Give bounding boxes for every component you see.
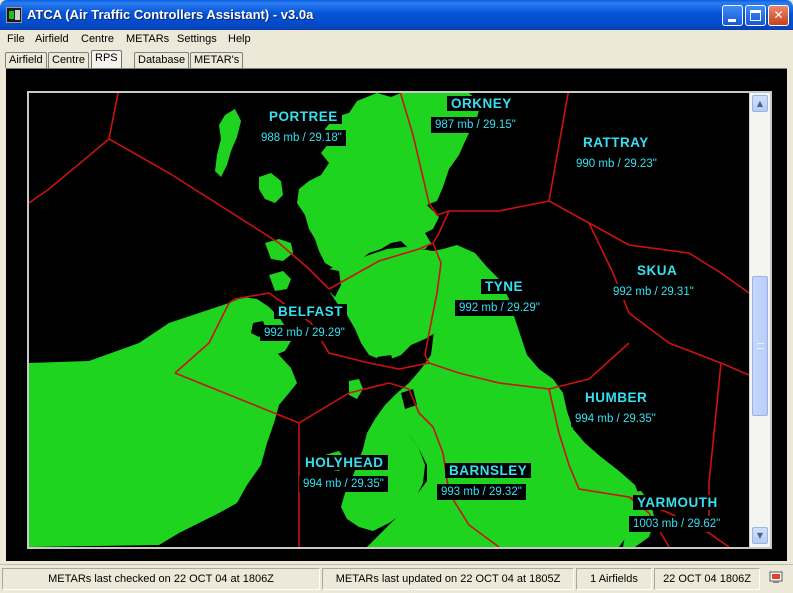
status-metars-updated: METARs last updated on 22 OCT 04 at 1805… [322, 568, 574, 590]
title-bar[interactable]: ATCA (Air Traffic Controllers Assistant)… [0, 0, 793, 30]
maximize-button[interactable] [745, 5, 766, 26]
status-metars-checked: METARs last checked on 22 OCT 04 at 1806… [2, 568, 320, 590]
region-portree-name[interactable]: PORTREE [265, 109, 342, 124]
skye-land [259, 173, 283, 203]
rattray-boundary [548, 200, 749, 294]
rps-map-panel[interactable]: PORTREE 988 mb / 29.18" ORKNEY 987 mb / … [27, 91, 772, 549]
window-title: ATCA (Air Traffic Controllers Assistant)… [27, 7, 314, 22]
region-belfast-name[interactable]: BELFAST [274, 304, 348, 319]
menu-centre[interactable]: Centre [81, 33, 114, 45]
isle-of-man-land [349, 379, 363, 399]
status-bar: METARs last checked on 22 OCT 04 at 1806… [0, 564, 793, 593]
tab-rps[interactable]: RPS [91, 50, 122, 68]
close-icon: ✕ [773, 8, 784, 22]
region-holyhead-name[interactable]: HOLYHEAD [301, 455, 388, 470]
tray-monitor-icon[interactable] [769, 571, 785, 585]
region-tyne-name[interactable]: TYNE [481, 279, 528, 294]
scroll-down-button[interactable]: ▼ [752, 527, 768, 544]
chevron-down-icon: ▼ [756, 531, 764, 540]
menu-airfield[interactable]: Airfield [35, 33, 69, 45]
region-orkney-pressure: 987 mb / 29.15" [431, 117, 520, 133]
region-yarmouth-pressure: 1003 mb / 29.62" [629, 516, 725, 532]
region-tyne-pressure: 992 mb / 29.29" [455, 300, 544, 316]
vertical-scrollbar[interactable]: ▲ ▼ [749, 93, 770, 547]
app-icon[interactable] [6, 7, 22, 23]
region-skua-pressure: 992 mb / 29.31" [609, 284, 698, 300]
tab-database[interactable]: Database [134, 52, 190, 68]
region-barnsley-pressure: 993 mb / 29.32" [437, 484, 526, 500]
region-skua-name[interactable]: SKUA [633, 263, 682, 278]
region-holyhead-pressure: 994 mb / 29.35" [299, 476, 388, 492]
region-belfast-pressure: 992 mb / 29.29" [260, 325, 349, 341]
region-humber-pressure: 994 mb / 29.35" [571, 411, 660, 427]
region-portree-pressure: 988 mb / 29.18" [257, 130, 346, 146]
hebrides-land [215, 109, 241, 177]
tab-bar: Airfield Centre RPS Database METAR's [0, 49, 793, 69]
region-rattray-pressure: 990 mb / 29.23" [572, 156, 661, 172]
maximize-icon [750, 10, 761, 21]
close-button[interactable]: ✕ [768, 5, 789, 26]
tab-airfield[interactable]: Airfield [5, 52, 47, 68]
minimize-icon [728, 19, 736, 22]
region-humber-name[interactable]: HUMBER [581, 390, 652, 405]
status-airfield-count: 1 Airfields [576, 568, 652, 590]
status-datetime: 22 OCT 04 1806Z [654, 568, 760, 590]
menu-file[interactable]: File [7, 33, 25, 45]
region-barnsley-name[interactable]: BARNSLEY [445, 463, 532, 478]
islay-land [269, 271, 291, 291]
menu-bar: File Airfield Centre METARs Settings Hel… [0, 30, 793, 49]
region-rattray-name[interactable]: RATTRAY [579, 135, 653, 150]
chevron-up-icon: ▲ [756, 99, 764, 108]
region-yarmouth-name[interactable]: YARMOUTH [633, 495, 722, 510]
menu-metars[interactable]: METARs [126, 33, 169, 45]
grip-icon [757, 343, 764, 349]
north-boundary [29, 138, 110, 204]
app-window: ATCA (Air Traffic Controllers Assistant)… [0, 0, 793, 593]
tab-metars[interactable]: METAR's [190, 52, 244, 68]
region-orkney-name[interactable]: ORKNEY [447, 96, 516, 111]
tab-centre[interactable]: Centre [48, 52, 90, 68]
scroll-thumb[interactable] [752, 276, 768, 416]
scroll-up-button[interactable]: ▲ [752, 95, 768, 112]
minimize-button[interactable] [722, 5, 743, 26]
menu-help[interactable]: Help [228, 33, 251, 45]
map-frame: PORTREE 988 mb / 29.18" ORKNEY 987 mb / … [6, 68, 787, 561]
menu-settings[interactable]: Settings [177, 33, 217, 45]
